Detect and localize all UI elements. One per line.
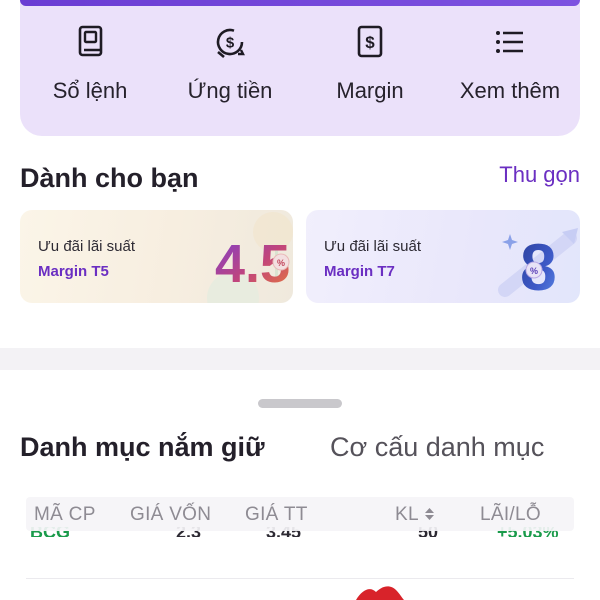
promo-card-margin-t7[interactable]: Ưu đãi lãi suất Margin T7 8 % (306, 210, 580, 303)
red-shape-partial (356, 586, 404, 600)
for-you-title: Dành cho bạn (20, 163, 199, 193)
order-book-button[interactable]: Sổ lệnh (20, 24, 160, 124)
promo-card-margin-t5[interactable]: Ưu đãi lãi suất Margin T5 4.5 % (20, 210, 293, 303)
order-book-label: Sổ lệnh (52, 78, 128, 103)
promo-rate-graphic: 4.5 % (207, 212, 293, 303)
more-label: Xem thêm (459, 78, 561, 103)
cash-advance-icon: $ (216, 28, 245, 58)
promo-card-product: Margin T5 (38, 263, 109, 280)
column-quantity-label: KL (395, 504, 419, 525)
column-cost-price[interactable]: GIÁ VỐN (130, 504, 211, 526)
tab-allocation[interactable]: Cơ cấu danh mục (330, 432, 544, 463)
column-symbol[interactable]: MÃ CP (34, 504, 96, 526)
order-book-icon (78, 25, 103, 57)
svg-text:$: $ (226, 35, 235, 52)
more-button[interactable]: Xem thêm (440, 24, 580, 124)
quick-actions-panel: Sổ lệnh $ Ứng tiền $ Margin Xem thêm (20, 0, 580, 136)
margin-button[interactable]: $ Margin (300, 24, 440, 124)
sort-icon (424, 508, 434, 520)
promo-rate-badge: % (530, 266, 538, 276)
header-banner-edge (20, 0, 580, 6)
promo-rate-graphic: 8 % (498, 228, 578, 303)
column-quantity[interactable]: KL (395, 504, 435, 526)
promo-card-headline: Ưu đãi lãi suất (38, 238, 136, 255)
sheet-drag-handle[interactable] (258, 399, 342, 408)
promo-card-product: Margin T7 (324, 263, 395, 280)
promo-card-headline: Ưu đãi lãi suất (324, 238, 422, 255)
row-divider (26, 578, 574, 579)
column-profit-loss[interactable]: LÃI/LỖ (480, 504, 541, 526)
svg-text:$: $ (365, 33, 375, 52)
cash-advance-label: Ứng tiền (187, 78, 273, 103)
margin-document-icon: $ (357, 25, 383, 58)
promo-rate-badge: % (277, 258, 285, 268)
collapse-link[interactable]: Thu gọn (499, 162, 580, 188)
section-divider (0, 348, 600, 370)
more-list-icon (496, 31, 523, 53)
tab-holdings[interactable]: Danh mục nắm giữ (20, 432, 265, 463)
cash-advance-button[interactable]: $ Ứng tiền (160, 24, 300, 124)
margin-label: Margin (336, 78, 404, 103)
column-market-price[interactable]: GIÁ TT (245, 504, 308, 526)
